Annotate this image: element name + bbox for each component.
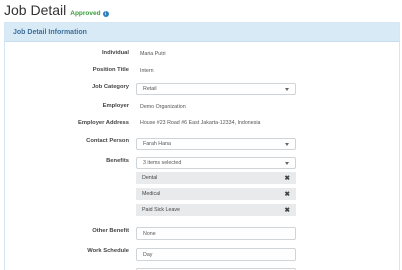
work-schedule-label: Work Schedule [87,248,129,254]
remove-icon[interactable]: ✖ [285,190,290,198]
chevron-down-icon [285,88,289,91]
panel-heading: Job Detail Information [5,23,399,42]
status-text: Approved [70,10,101,17]
benefit-chip-label: Medical [142,191,161,197]
benefit-chip: Medical ✖ [136,188,296,201]
contact-person-label: Contact Person [86,138,129,144]
employer-address-value: House #23 Road #6 East Jakarta-12334, In… [140,120,261,126]
benefit-chip: Paid Sick Leave ✖ [136,204,296,217]
info-icon[interactable]: i [102,10,109,17]
other-benefit-value: None [143,230,156,237]
job-category-label: Job Category [91,84,129,90]
remove-icon[interactable]: ✖ [285,206,290,214]
benefits-label: Benefits [106,158,129,164]
benefit-chip-label: Dental [142,175,158,181]
employer-address-label: Employer Address [77,120,129,126]
contact-person-value: Farah Hana [143,141,171,147]
position-title-label: Position Title [92,67,129,73]
page-title: Job Detail [4,2,67,18]
contact-person-select[interactable]: Farah Hana [136,138,296,150]
job-category-select[interactable]: Retail [136,83,296,95]
benefit-chip: Dental ✖ [136,172,296,185]
other-benefit-input[interactable]: None [136,227,296,240]
page-header: Job Detail Approved i [4,0,109,22]
work-schedule-value: Day [143,251,153,258]
benefit-chip-label: Paid Sick Leave [142,207,180,213]
individual-label: Individual [101,50,129,56]
job-detail-panel: Job Detail Information Individual Maria … [4,22,400,270]
chevron-down-icon [285,143,289,146]
employer-label: Employer [102,103,129,109]
job-category-value: Retail [143,86,157,92]
chevron-down-icon [285,162,289,165]
position-title-value: Intern [140,68,154,74]
individual-value: Maria Putri [140,51,166,57]
status-badge: Approved i [70,10,109,17]
work-schedule-input[interactable]: Day [136,248,296,261]
other-benefit-label: Other Benefit [92,228,129,234]
employer-value: Demo Organization [140,104,186,110]
benefits-select[interactable]: 3 items selected [136,157,296,169]
remove-icon[interactable]: ✖ [285,174,290,182]
benefits-summary: 3 items selected [143,160,182,166]
